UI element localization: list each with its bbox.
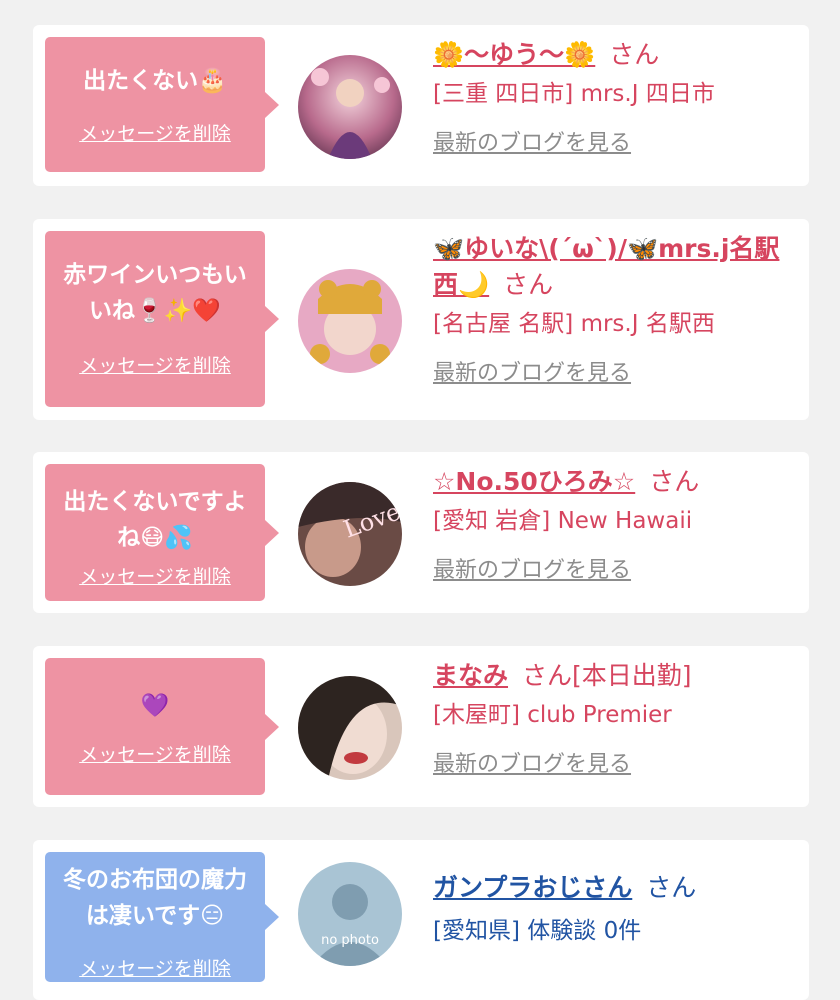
cast-name-link[interactable]: 🦋ゆいな\(´ω`)/🦋mrs.j名駅西🌙 xyxy=(433,234,779,299)
cast-name-link[interactable]: 🌼〜ゆう〜🌼 xyxy=(433,40,595,69)
avatar[interactable]: Love xyxy=(298,482,402,586)
latest-blog-link[interactable]: 最新のブログを見る xyxy=(433,125,631,157)
honorific: さん[本日出勤] xyxy=(522,661,692,690)
cast-name-link[interactable]: ガンプラおじさん xyxy=(433,873,632,902)
honorific: さん xyxy=(609,40,660,69)
delete-message-link[interactable]: メッセージを削除 xyxy=(45,351,265,378)
message-bubble: 出たくない🎂 メッセージを削除 xyxy=(45,37,279,172)
message-bubble: 💜 メッセージを削除 xyxy=(45,658,279,795)
honorific: さん xyxy=(503,270,554,299)
avatar[interactable] xyxy=(298,55,402,159)
delete-message-link[interactable]: メッセージを削除 xyxy=(45,562,265,589)
message-text: 出たくないですよね😷💦 xyxy=(63,489,247,551)
message-text: 出たくない🎂 xyxy=(83,68,227,94)
latest-blog-link[interactable]: 最新のブログを見る xyxy=(433,355,631,387)
message-card: 赤ワインいつもいいね🍷✨❤️ メッセージを削除 🦋ゆいな\(´ω`)/🦋mrs.… xyxy=(33,219,809,420)
location-text: [愛知 岩倉] New Hawaii xyxy=(433,508,693,534)
message-text: 赤ワインいつもいいね🍷✨❤️ xyxy=(63,262,247,324)
message-card: 冬のお布団の魔力は凄いです😑 メッセージを削除 no photo ガンプラおじさ… xyxy=(33,840,809,1000)
location-text: [愛知県] 体験談 0件 xyxy=(433,918,642,944)
cast-name-link[interactable]: ☆No.50ひろみ☆ xyxy=(433,467,635,496)
avatar-text: no photo xyxy=(321,933,379,948)
message-text: 冬のお布団の魔力は凄いです😑 xyxy=(63,867,247,929)
message-card: 出たくないですよね😷💦 メッセージを削除 Love ☆No.50ひろみ☆ さん [… xyxy=(33,452,809,613)
cast-info: 🦋ゆいな\(´ω`)/🦋mrs.j名駅西🌙 さん [名古屋 名駅] mrs.J 名… xyxy=(433,231,799,387)
cast-info: ガンプラおじさん さん [愛知県] 体験談 0件 xyxy=(433,870,799,948)
honorific: さん xyxy=(646,873,697,902)
cast-info: ☆No.50ひろみ☆ さん [愛知 岩倉] New Hawaii 最新のブログを見… xyxy=(433,464,799,584)
message-bubble: 赤ワインいつもいいね🍷✨❤️ メッセージを削除 xyxy=(45,231,279,407)
location-text: [木屋町] club Premier xyxy=(433,702,672,728)
location-text: [名古屋 名駅] mrs.J 名駅西 xyxy=(433,311,715,337)
message-text: 💜 xyxy=(140,693,170,719)
message-bubble: 出たくないですよね😷💦 メッセージを削除 xyxy=(45,464,279,601)
delete-message-link[interactable]: メッセージを削除 xyxy=(45,119,265,146)
avatar[interactable]: no photo xyxy=(298,862,402,966)
delete-message-link[interactable]: メッセージを削除 xyxy=(45,954,265,981)
delete-message-link[interactable]: メッセージを削除 xyxy=(45,740,265,767)
message-card: 💜 メッセージを削除 まなみ さん[本日出勤] [木屋町] club Premie… xyxy=(33,646,809,807)
latest-blog-link[interactable]: 最新のブログを見る xyxy=(433,746,631,778)
cast-info: まなみ さん[本日出勤] [木屋町] club Premier 最新のブログを見る xyxy=(433,658,799,778)
avatar[interactable] xyxy=(298,269,402,373)
latest-blog-link[interactable]: 最新のブログを見る xyxy=(433,552,631,584)
location-text: [三重 四日市] mrs.J 四日市 xyxy=(433,81,715,107)
honorific: さん xyxy=(649,467,700,496)
message-bubble: 冬のお布団の魔力は凄いです😑 メッセージを削除 xyxy=(45,852,279,982)
avatar[interactable] xyxy=(298,676,402,780)
cast-info: 🌼〜ゆう〜🌼 さん [三重 四日市] mrs.J 四日市 最新のブログを見る xyxy=(433,37,799,157)
cast-name-link[interactable]: まなみ xyxy=(433,661,508,690)
message-card: 出たくない🎂 メッセージを削除 🌼〜ゆう〜🌼 さん [三重 四日市] mrs.J … xyxy=(33,25,809,186)
